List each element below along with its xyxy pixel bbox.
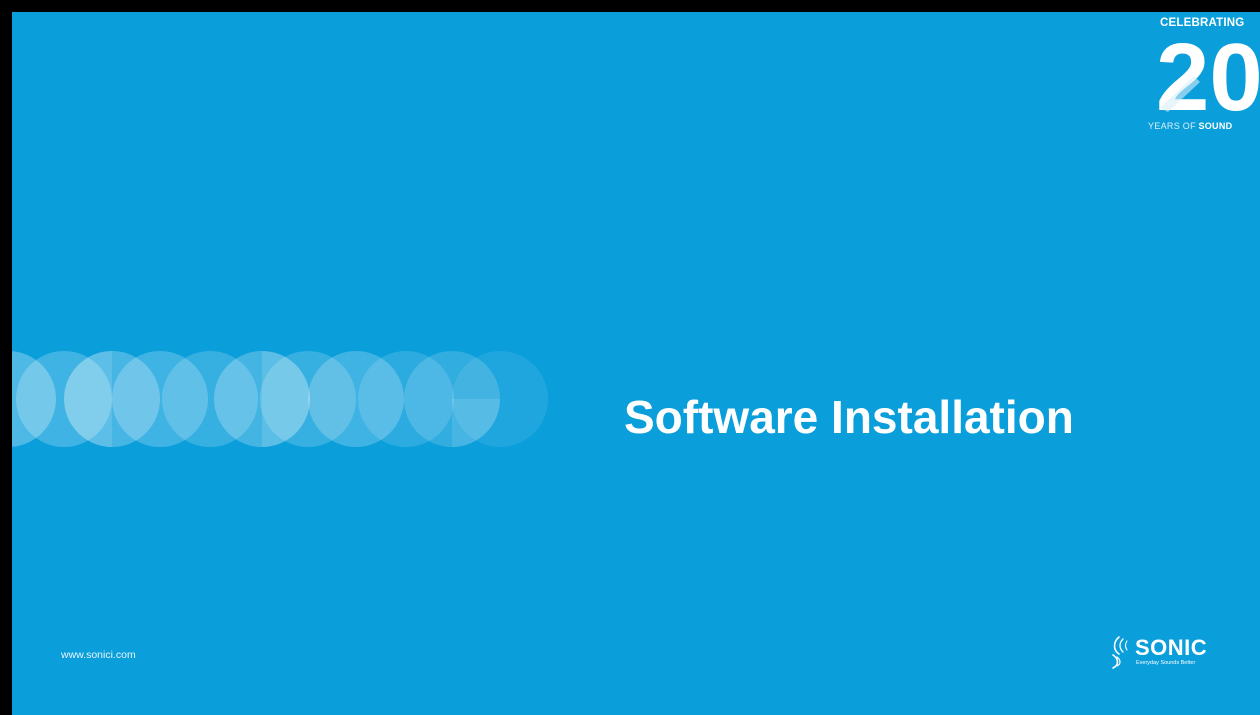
badge-number-graphic: 20 <box>1156 30 1260 120</box>
badge-celebrating-text: CELEBRATING <box>1160 17 1245 29</box>
website-url: www.sonici.com <box>61 649 136 661</box>
title-slide: Software Installation www.sonici.com CEL… <box>12 12 1260 715</box>
slide-title: Software Installation <box>624 391 1074 443</box>
decorative-circles <box>12 351 548 447</box>
logo-wordmark: SONIC <box>1135 635 1208 660</box>
sound-wave-icon <box>1112 636 1128 669</box>
anniversary-badge: CELEBRATING 20 YEARS OF SOUND <box>1140 12 1260 140</box>
badge-years-text: YEARS OF <box>1148 121 1196 131</box>
logo-tagline: Everyday Sounds Better <box>1136 660 1196 666</box>
badge-sound-text: SOUND <box>1198 121 1233 131</box>
badge-years-of-sound: YEARS OF SOUND <box>1148 121 1232 131</box>
sonic-logo: SONIC Everyday Sounds Better <box>1110 632 1220 676</box>
